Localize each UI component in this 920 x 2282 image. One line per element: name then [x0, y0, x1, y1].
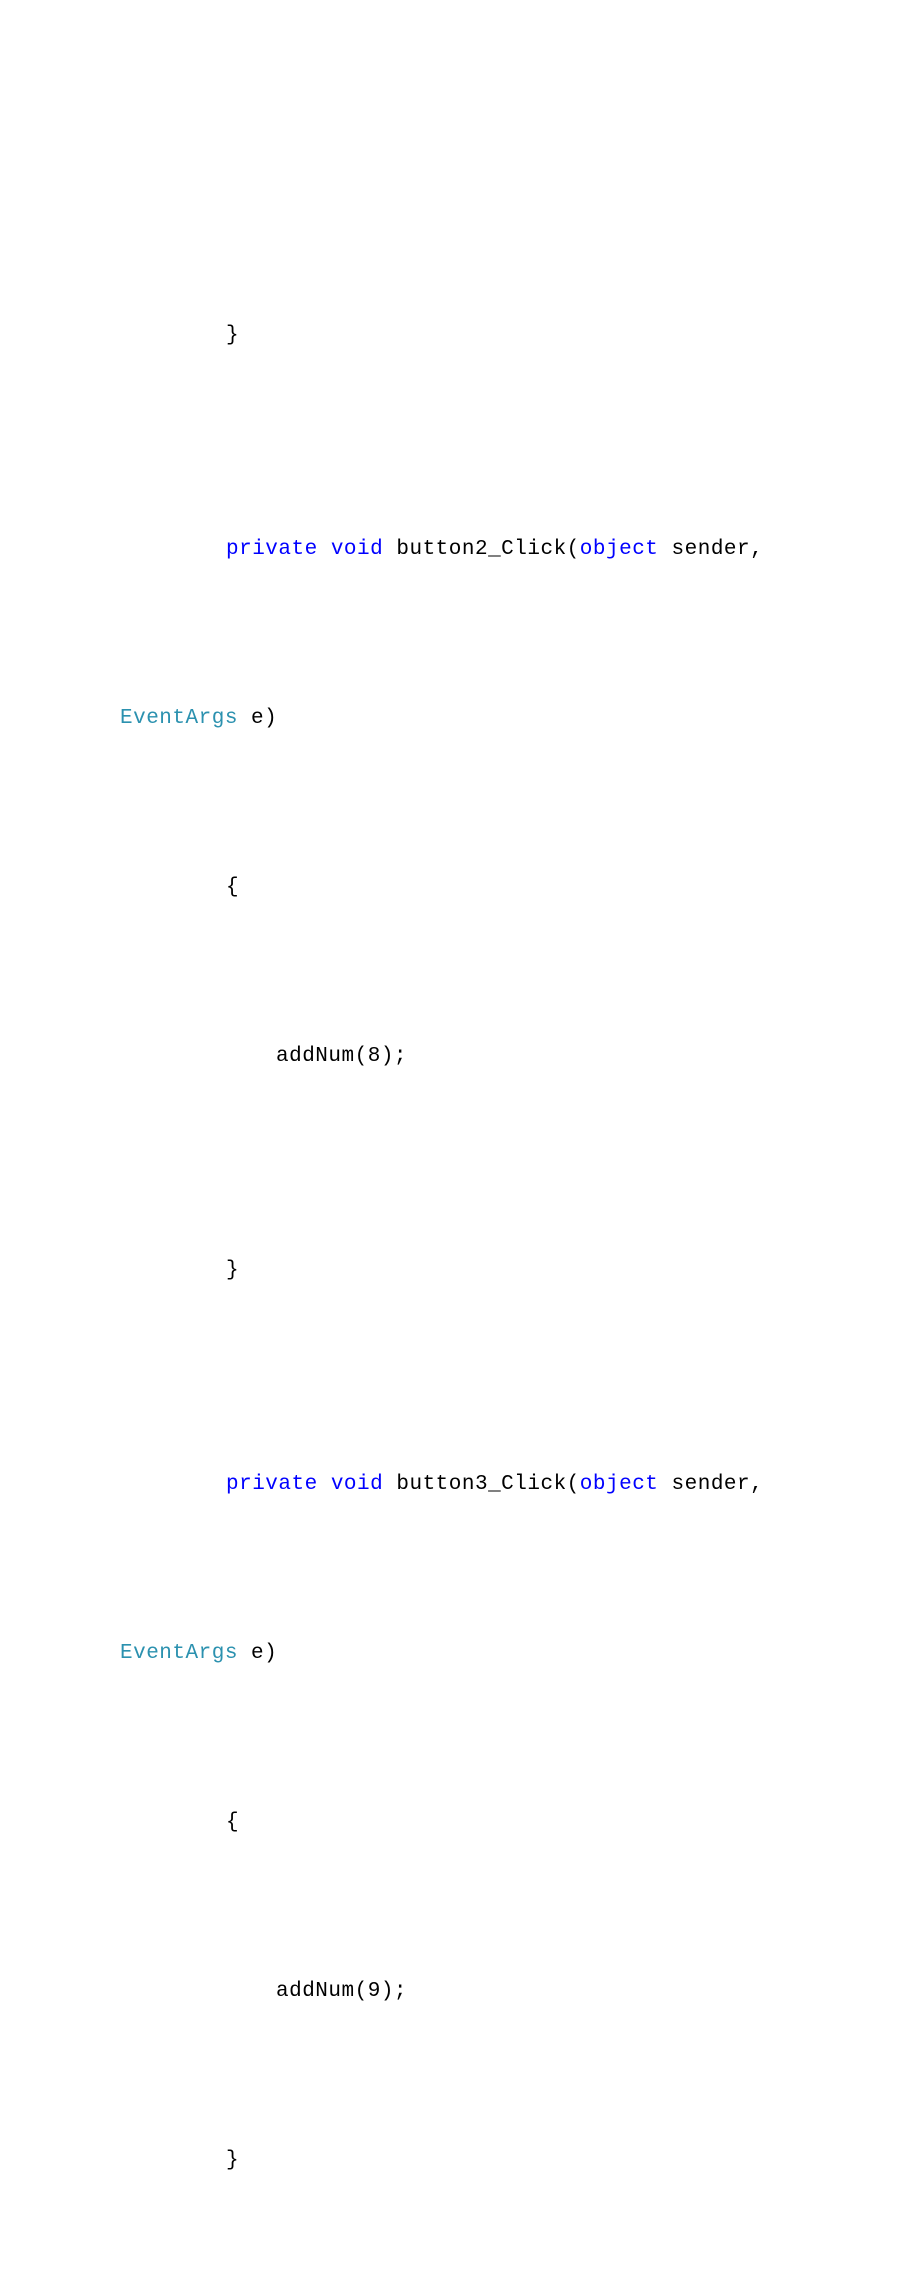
- method-body-line: addNum(9);: [120, 1976, 840, 2008]
- brace-text: {: [226, 1811, 239, 1834]
- statement-text: addNum(9);: [276, 1980, 407, 2003]
- param-sender: sender,: [658, 538, 776, 561]
- method-name: button2_Click(: [396, 538, 579, 561]
- code-block: } private void button2_Click(object send…: [120, 225, 840, 2282]
- statement-text: addNum(8);: [276, 1045, 407, 1068]
- close-brace-line: }: [120, 1255, 840, 1287]
- close-brace-line: }: [120, 2145, 840, 2177]
- method-body-line: addNum(8);: [120, 1041, 840, 1073]
- type-eventargs: EventArgs: [120, 1642, 238, 1665]
- param-sender: sender,: [658, 1473, 776, 1496]
- keyword-object: object: [580, 538, 659, 561]
- brace-text: }: [226, 2149, 239, 2172]
- open-brace-line: {: [120, 1807, 840, 1839]
- keyword-object: object: [580, 1473, 659, 1496]
- keyword-private: private: [226, 1473, 318, 1496]
- keyword-void: void: [331, 538, 383, 561]
- brace-text: }: [226, 324, 239, 347]
- keyword-private: private: [226, 538, 318, 561]
- param-end: e): [238, 1642, 277, 1665]
- method-name: button3_Click(: [396, 1473, 579, 1496]
- brace-text: {: [226, 876, 239, 899]
- brace-text: }: [226, 1259, 239, 1282]
- keyword-void: void: [331, 1473, 383, 1496]
- type-eventargs: EventArgs: [120, 707, 238, 730]
- method-signature-button3: private void button3_Click(object sender…: [120, 1469, 840, 1501]
- param-end: e): [238, 707, 277, 730]
- method-signature-line2: EventArgs e): [120, 703, 840, 735]
- method-signature-line2: EventArgs e): [120, 1638, 840, 1670]
- close-brace-line: }: [120, 320, 840, 352]
- open-brace-line: {: [120, 872, 840, 904]
- method-signature-button2: private void button2_Click(object sender…: [120, 534, 840, 566]
